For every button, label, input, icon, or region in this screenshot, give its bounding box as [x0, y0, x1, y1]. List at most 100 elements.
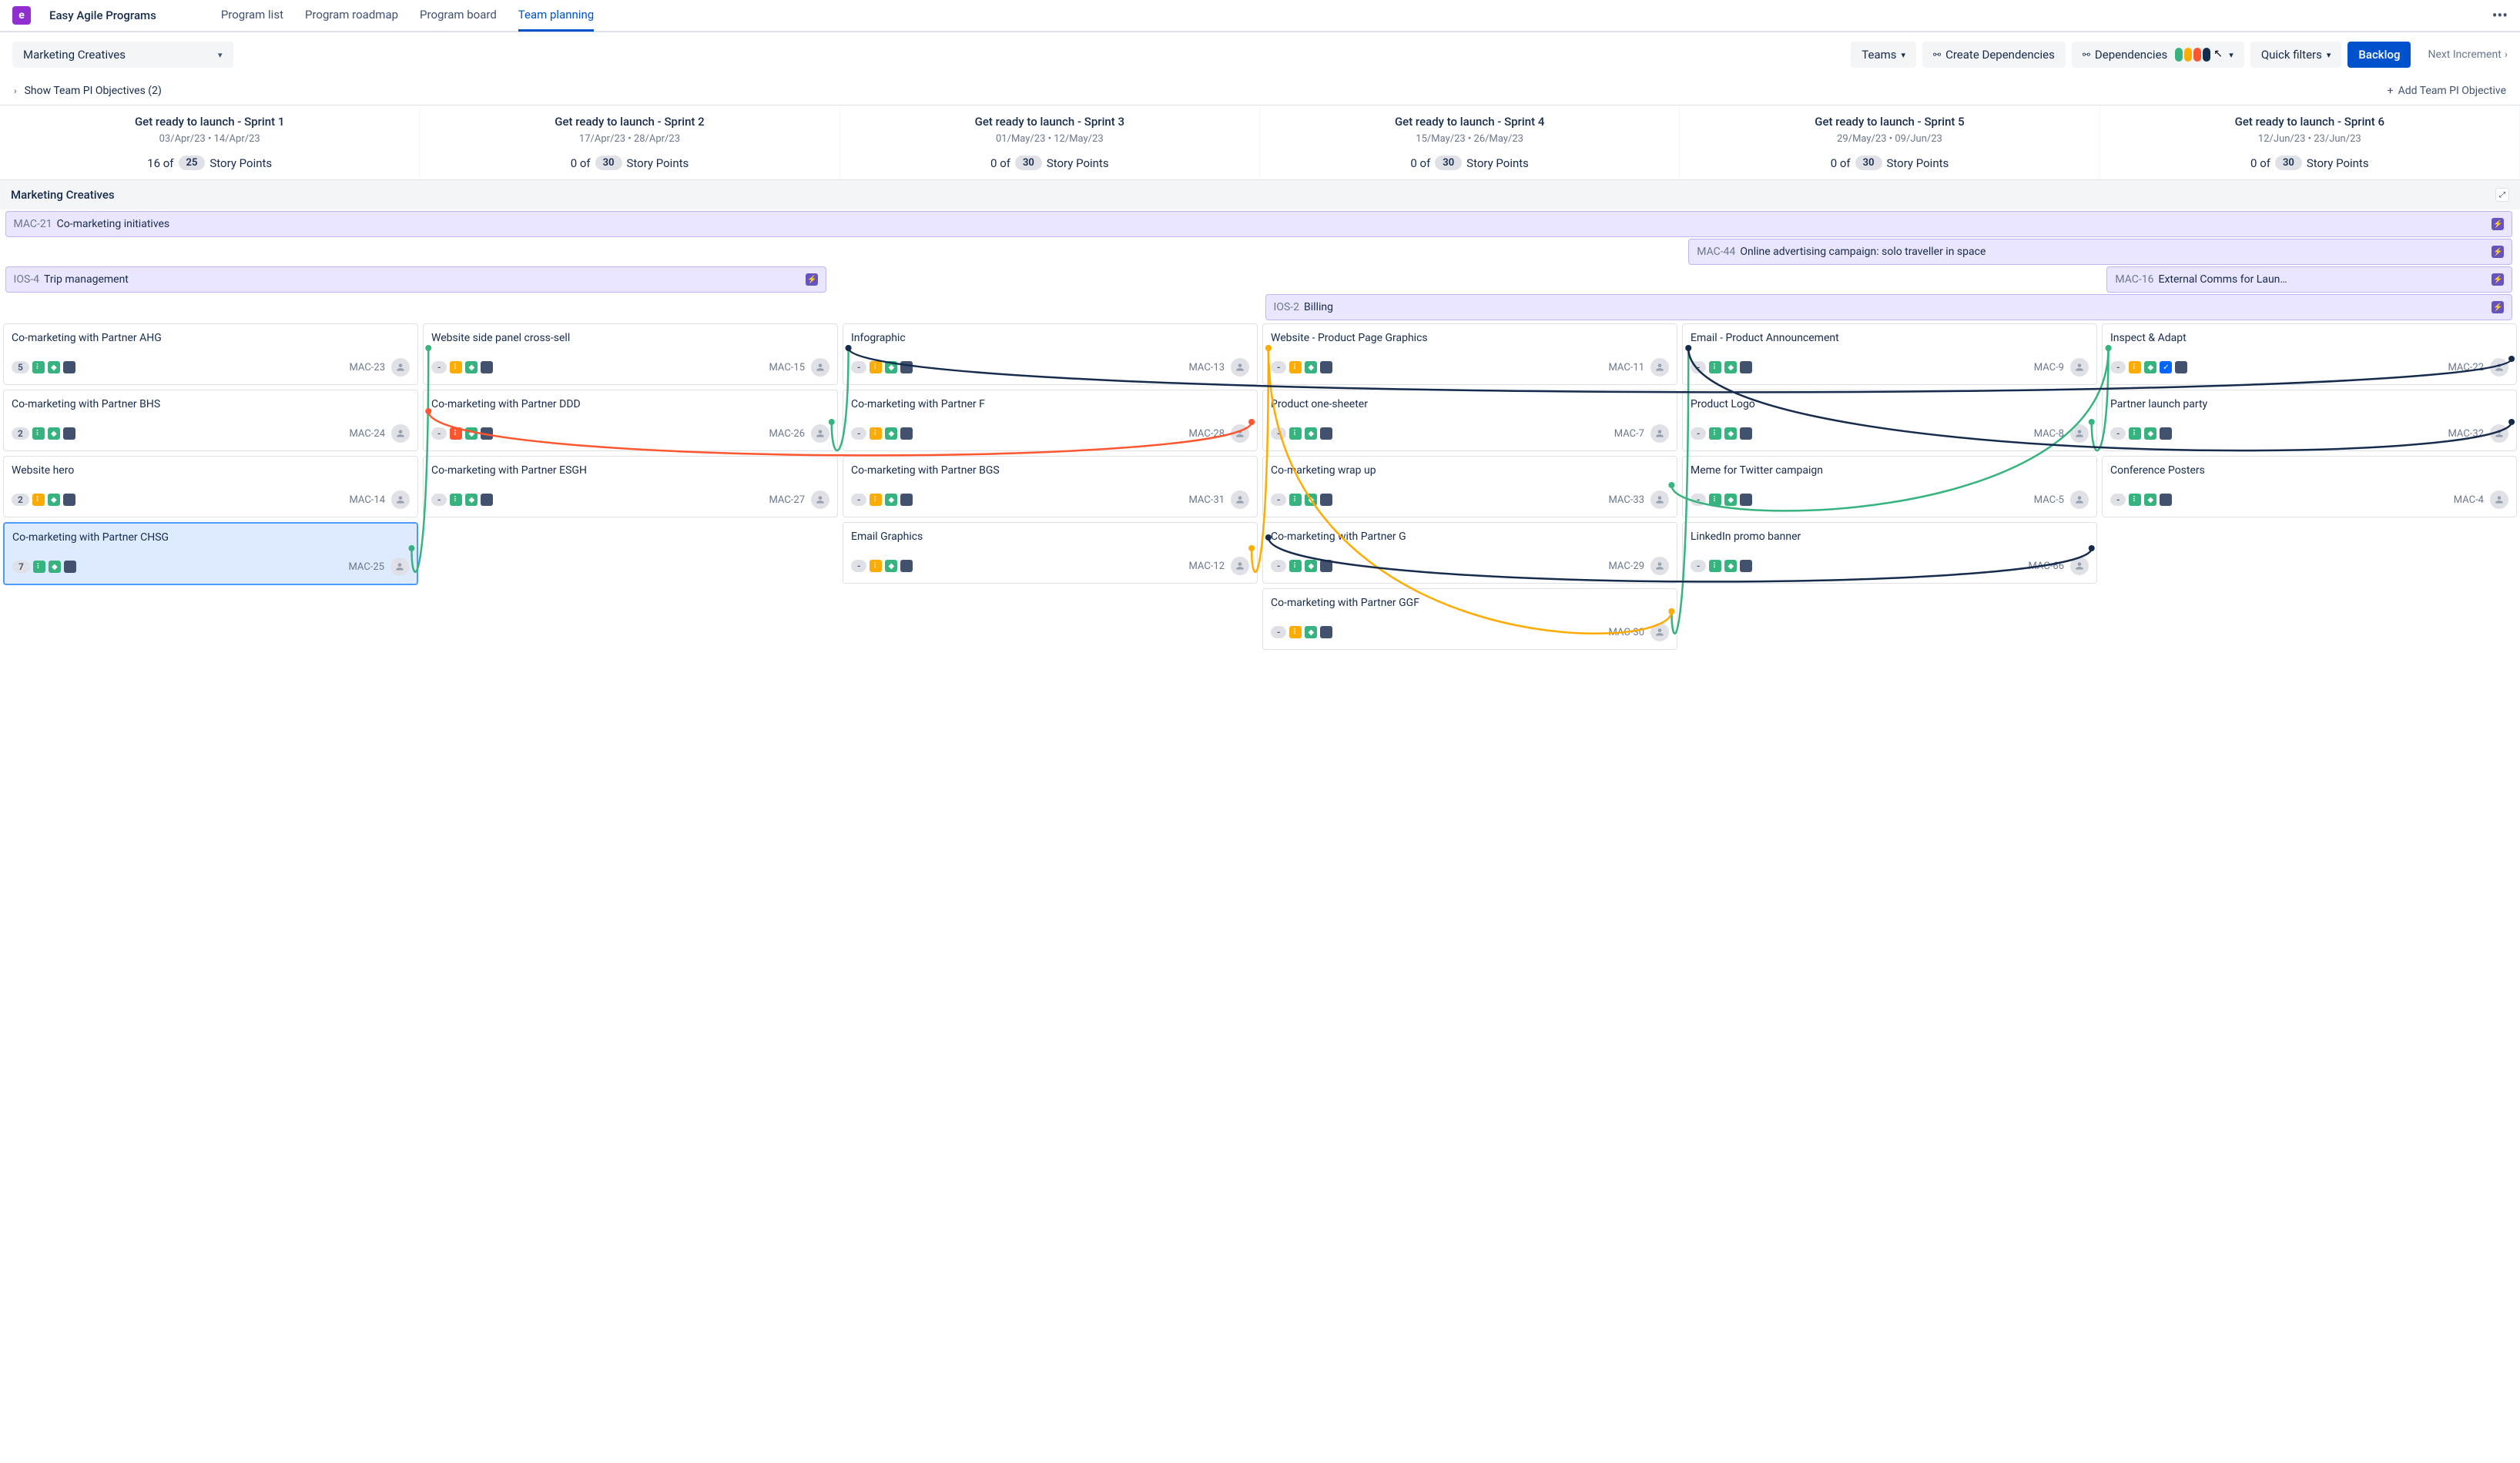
card-key: MAC-66: [2028, 561, 2064, 572]
issue-card[interactable]: Co-marketing with Partner ESGH - ⠇ ◆ MAC…: [423, 456, 838, 517]
add-objective-button[interactable]: + Add Team PI Objective: [2388, 85, 2506, 97]
assignee-avatar[interactable]: [2070, 358, 2089, 377]
assignee-avatar[interactable]: [391, 358, 410, 377]
card-title: Website side panel cross-sell: [431, 332, 829, 344]
sprint-column-header: Get ready to launch - Sprint 6 12/Jun/23…: [2100, 105, 2520, 179]
assignee-avatar[interactable]: [1650, 358, 1669, 377]
assignee-avatar[interactable]: [391, 490, 410, 509]
sprint-points: 0 of 30 Story Points: [426, 156, 833, 170]
card-key: MAC-30: [1608, 627, 1644, 638]
bookmark-icon: ◆: [465, 494, 478, 506]
issue-card[interactable]: Email - Product Announcement - ⠇ ◆ MAC-9: [1682, 323, 2097, 385]
epic-bar[interactable]: IOS-2 Billing ⚡: [1265, 294, 2513, 320]
board-column: Email - Product Announcement - ⠇ ◆ MAC-9…: [1682, 323, 2097, 650]
teams-button[interactable]: Teams ▾: [1851, 42, 1916, 68]
nav-tab-team-planning[interactable]: Team planning: [518, 8, 594, 32]
epic-bar[interactable]: MAC-16 External Comms for Laun… ⚡: [2106, 266, 2512, 293]
card-key: MAC-9: [2034, 362, 2064, 373]
issue-card[interactable]: Product Logo - ⠇ ◆ MAC-8: [1682, 390, 2097, 451]
hierarchy-icon: ⠇: [1709, 494, 1721, 506]
assignee-avatar[interactable]: [1650, 424, 1669, 443]
assignee-avatar[interactable]: [1231, 358, 1249, 377]
collapse-icon[interactable]: ⤢: [2495, 188, 2509, 202]
type-icon: [481, 494, 493, 506]
nav-tab-program-board[interactable]: Program board: [420, 8, 497, 32]
sprint-column-header: Get ready to launch - Sprint 4 15/May/23…: [1260, 105, 1680, 179]
next-increment-link[interactable]: Next Increment ›: [2417, 42, 2508, 67]
issue-card[interactable]: Partner launch party - ⠇ ◆ MAC-32: [2102, 390, 2517, 451]
assignee-avatar[interactable]: [1231, 424, 1249, 443]
issue-card[interactable]: Infographic - ⠇ ◆ MAC-13: [843, 323, 1258, 385]
card-title: Co-marketing with Partner BGS: [851, 464, 1249, 477]
estimate-pill: -: [1691, 361, 1706, 373]
backlog-button[interactable]: Backlog: [2347, 42, 2411, 68]
issue-card[interactable]: Product one-sheeter - ⠇ ◆ MAC-7: [1262, 390, 1677, 451]
assignee-avatar[interactable]: [1650, 557, 1669, 575]
assignee-avatar[interactable]: [2490, 490, 2508, 509]
hierarchy-icon: ⠇: [32, 494, 45, 506]
bookmark-icon: ◆: [1724, 560, 1737, 572]
issue-card[interactable]: Co-marketing with Partner GGF - ⠇ ◆ MAC-…: [1262, 588, 1677, 650]
chevron-right-icon: ›: [2505, 49, 2508, 61]
show-objectives-label[interactable]: Show Team PI Objectives (2): [25, 85, 162, 97]
cursor-icon: [2213, 49, 2224, 60]
assignee-avatar[interactable]: [811, 424, 829, 443]
epic-title: Billing: [1304, 301, 1333, 313]
assignee-avatar[interactable]: [2490, 358, 2508, 377]
assignee-avatar[interactable]: [2070, 557, 2089, 575]
assignee-avatar[interactable]: [811, 358, 829, 377]
epic-type-icon: ⚡: [2492, 273, 2504, 286]
issue-card[interactable]: Co-marketing with Partner BHS 2 ⠇ ◆ MAC-…: [3, 390, 418, 451]
card-title: Meme for Twitter campaign: [1691, 464, 2089, 477]
issue-card[interactable]: Co-marketing wrap up - ⠇ ◆ MAC-33: [1262, 456, 1677, 517]
issue-card[interactable]: Website - Product Page Graphics - ⠇ ◆ MA…: [1262, 323, 1677, 385]
sprint-points: 0 of 30 Story Points: [2106, 156, 2513, 170]
quick-filters-button[interactable]: Quick filters ▾: [2250, 42, 2342, 68]
epic-key: IOS-2: [1274, 301, 1300, 313]
lane-header: Marketing Creatives ⤢: [0, 180, 2520, 209]
epic-bar[interactable]: IOS-4 Trip management ⚡: [5, 266, 827, 293]
nav-tab-program-roadmap[interactable]: Program roadmap: [305, 8, 398, 32]
issue-card[interactable]: Website hero 2 ⠇ ◆ MAC-14: [3, 456, 418, 517]
lane-name: Marketing Creatives: [11, 188, 115, 202]
create-dependencies-button[interactable]: ⚯ Create Dependencies: [1922, 42, 2066, 68]
board-column: Infographic - ⠇ ◆ MAC-13 Co-marketing wi…: [843, 323, 1258, 650]
issue-card[interactable]: Website side panel cross-sell - ⠇ ◆ MAC-…: [423, 323, 838, 385]
issue-card[interactable]: Co-marketing with Partner AHG 5 ⠇ ◆ MAC-…: [3, 323, 418, 385]
card-key: MAC-11: [1608, 362, 1644, 373]
chevron-right-icon[interactable]: ›: [14, 85, 17, 96]
card-title: Co-marketing with Partner ESGH: [431, 464, 829, 477]
assignee-avatar[interactable]: [2070, 490, 2089, 509]
assignee-avatar[interactable]: [390, 557, 409, 576]
issue-card[interactable]: Co-marketing with Partner F - ⠇ ◆ MAC-28: [843, 390, 1258, 451]
issue-card[interactable]: Co-marketing with Partner CHSG 7 ⠇ ◆ MAC…: [3, 522, 418, 585]
issue-card[interactable]: Co-marketing with Partner DDD - ⠇ ◆ MAC-…: [423, 390, 838, 451]
issue-card[interactable]: Meme for Twitter campaign - ⠇ ◆ MAC-5: [1682, 456, 2097, 517]
team-selector[interactable]: Marketing Creatives ▾: [12, 42, 233, 68]
issue-card[interactable]: Inspect & Adapt - ⠇ ◆ ✓ MAC-22: [2102, 323, 2517, 385]
card-title: Email Graphics: [851, 531, 1249, 543]
assignee-avatar[interactable]: [1650, 490, 1669, 509]
issue-card[interactable]: Co-marketing with Partner G - ⠇ ◆ MAC-29: [1262, 522, 1677, 584]
bookmark-icon: ◆: [49, 561, 61, 573]
app-logo-icon: e: [12, 6, 31, 25]
issue-card[interactable]: Co-marketing with Partner BGS - ⠇ ◆ MAC-…: [843, 456, 1258, 517]
assignee-avatar[interactable]: [1231, 490, 1249, 509]
more-icon[interactable]: •••: [2492, 6, 2508, 25]
dependency-status-dots: [2175, 48, 2210, 62]
estimate-pill: -: [2110, 361, 2126, 373]
epic-bar[interactable]: MAC-21 Co-marketing initiatives ⚡: [5, 211, 2513, 237]
assignee-avatar[interactable]: [391, 424, 410, 443]
assignee-avatar[interactable]: [2490, 424, 2508, 443]
nav-tab-program-list[interactable]: Program list: [221, 8, 283, 32]
assignee-avatar[interactable]: [811, 490, 829, 509]
issue-card[interactable]: Conference Posters - ⠇ ◆ MAC-4: [2102, 456, 2517, 517]
assignee-avatar[interactable]: [2070, 424, 2089, 443]
epic-bar[interactable]: MAC-44 Online advertising campaign: solo…: [1688, 239, 2512, 265]
assignee-avatar[interactable]: [1231, 557, 1249, 575]
issue-card[interactable]: Email Graphics - ⠇ ◆ MAC-12: [843, 522, 1258, 584]
issue-card[interactable]: LinkedIn promo banner - ⠇ ◆ MAC-66: [1682, 522, 2097, 584]
hierarchy-icon: ⠇: [1709, 560, 1721, 572]
assignee-avatar[interactable]: [1650, 623, 1669, 641]
dependencies-button[interactable]: ⚯ Dependencies ▾: [2072, 42, 2244, 68]
